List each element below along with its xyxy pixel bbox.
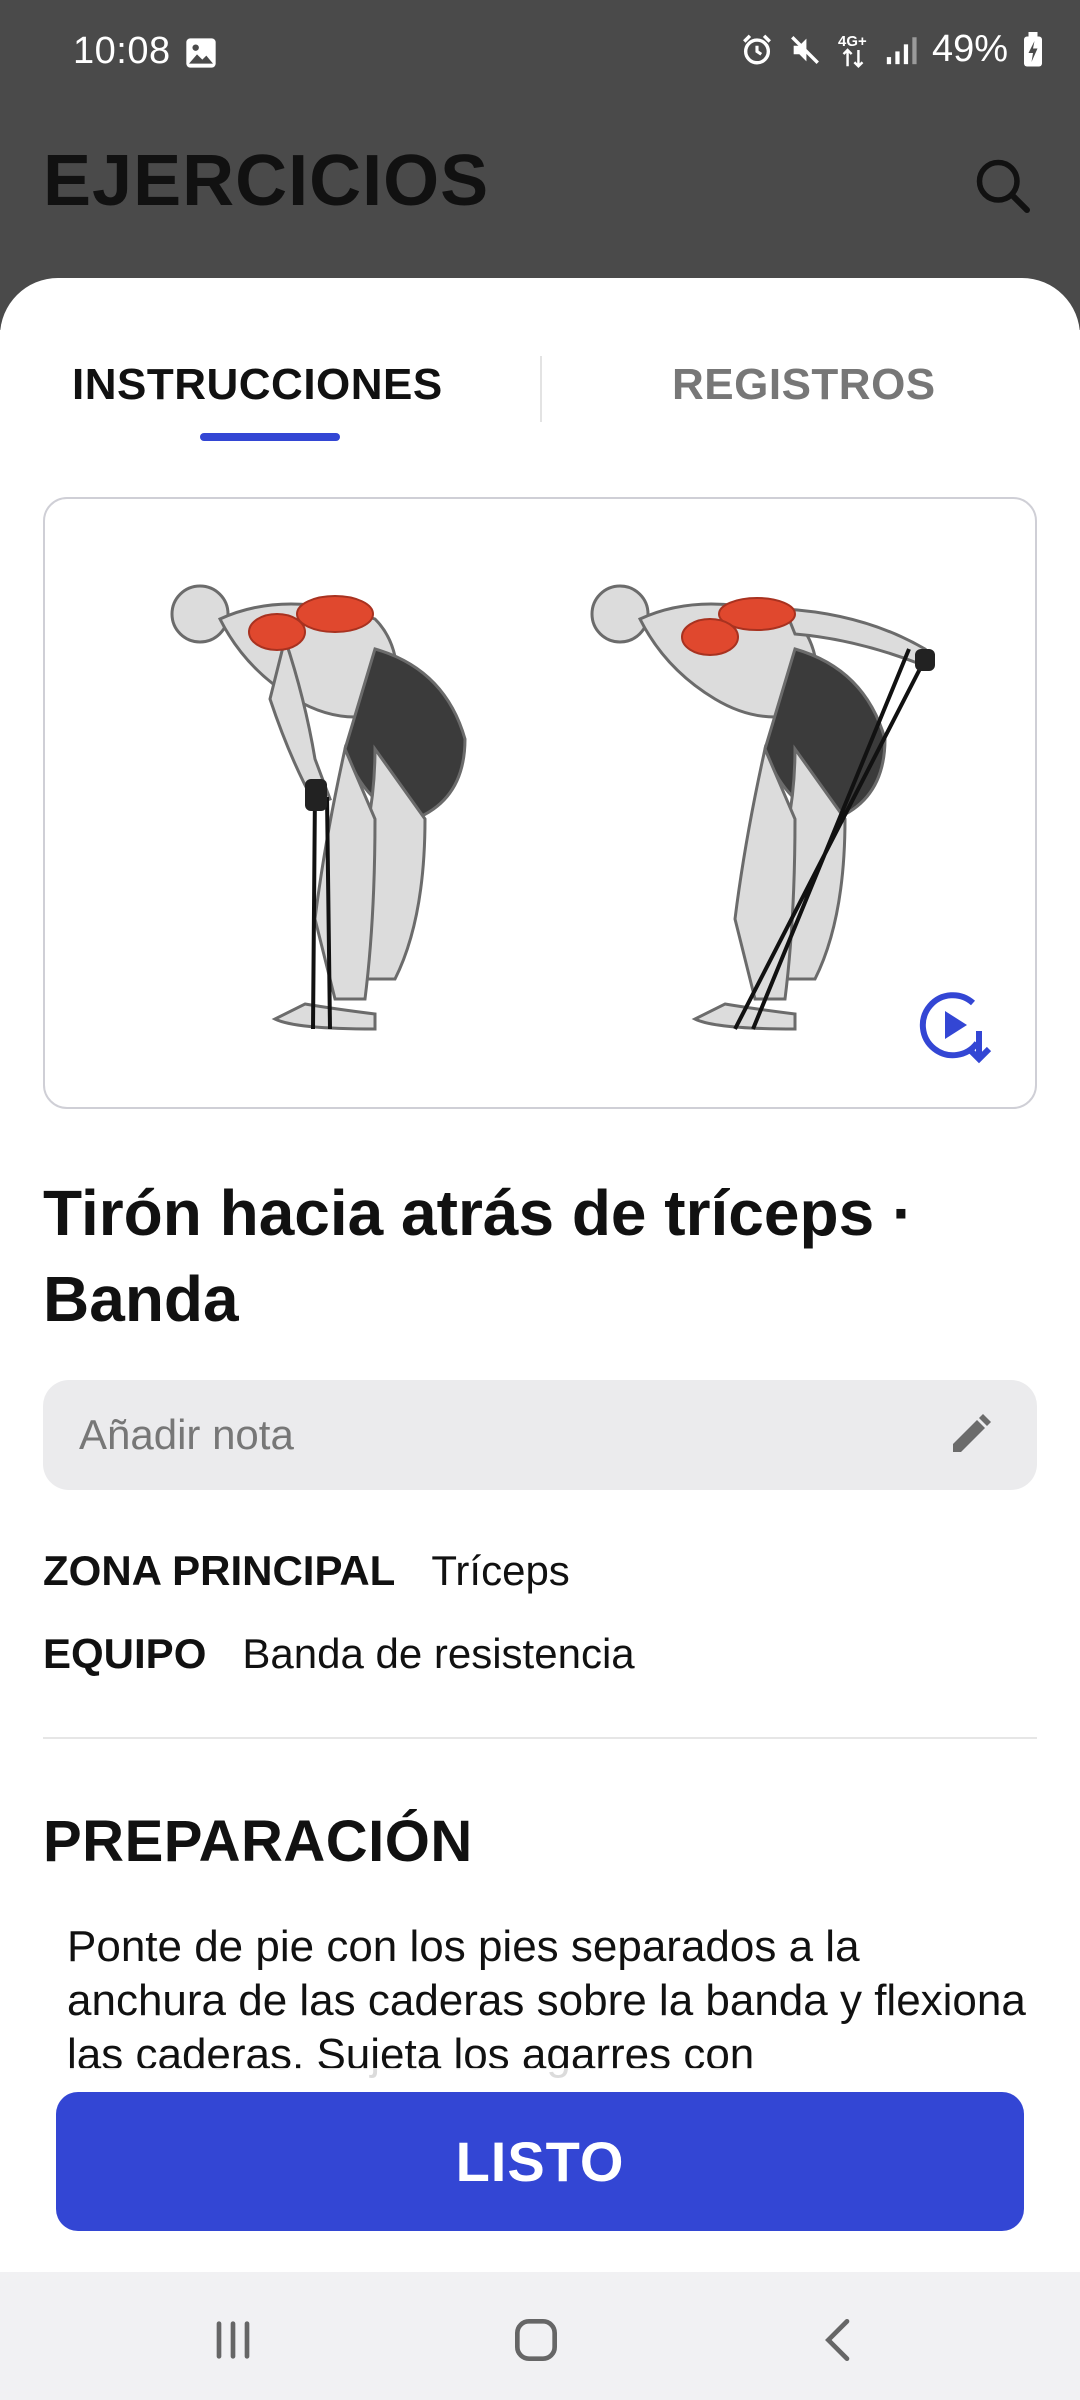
- done-button[interactable]: LISTO: [56, 2092, 1024, 2231]
- system-nav-bar: [0, 2272, 1080, 2400]
- 4g-icon: 4G+: [838, 32, 867, 68]
- pencil-icon[interactable]: [947, 1410, 995, 1458]
- meta-row-equipment: EQUIPO Banda de resistencia: [43, 1630, 635, 1678]
- battery-icon: [1024, 31, 1042, 66]
- back-icon[interactable]: [812, 2312, 868, 2368]
- note-placeholder: Añadir nota: [79, 1411, 294, 1458]
- alarm-icon: [742, 34, 771, 64]
- battery-percent: 49%: [931, 28, 1008, 70]
- meta-value: Banda de resistencia: [242, 1630, 635, 1677]
- home-icon[interactable]: [508, 2312, 564, 2368]
- search-icon[interactable]: [972, 155, 1032, 215]
- divider: [43, 1737, 1037, 1739]
- exercise-title: Tirón hacia atrás de tríceps · Banda: [43, 1177, 914, 1335]
- signal-icon: [886, 36, 917, 64]
- active-tab-indicator: [200, 433, 340, 441]
- gallery-icon: [186, 38, 216, 68]
- preparation-text: Ponte de pie con los pies separados a la…: [67, 1922, 1026, 2079]
- play-download-icon[interactable]: [913, 987, 993, 1067]
- svg-text:4G+: 4G+: [838, 32, 867, 49]
- tab-bar: INSTRUCCIONES REGISTROS: [0, 330, 1080, 450]
- status-bar: 10:08 4G+ 49%: [0, 0, 1080, 110]
- status-right: 4G+ 49%: [740, 28, 1044, 71]
- figure-right: [590, 584, 927, 1031]
- tab-instrucciones[interactable]: INSTRUCCIONES: [72, 360, 443, 410]
- meta-value: Tríceps: [431, 1547, 570, 1594]
- section-title-preparation: PREPARACIÓN: [43, 1809, 473, 1874]
- page-title: EJERCICIOS: [43, 141, 490, 221]
- recents-icon[interactable]: [205, 2312, 261, 2368]
- exercise-illustration[interactable]: [43, 497, 1037, 1109]
- meta-key: EQUIPO: [43, 1630, 207, 1677]
- meta-key: ZONA PRINCIPAL: [43, 1547, 396, 1594]
- note-field[interactable]: Añadir nota: [43, 1380, 1037, 1490]
- meta-row-zone: ZONA PRINCIPAL Tríceps: [43, 1547, 570, 1595]
- exercise-figures: [170, 584, 935, 1031]
- tab-registros[interactable]: REGISTROS: [672, 360, 936, 410]
- mute-icon: [790, 35, 819, 64]
- status-time: 10:08: [73, 30, 171, 72]
- tab-divider: [540, 356, 542, 422]
